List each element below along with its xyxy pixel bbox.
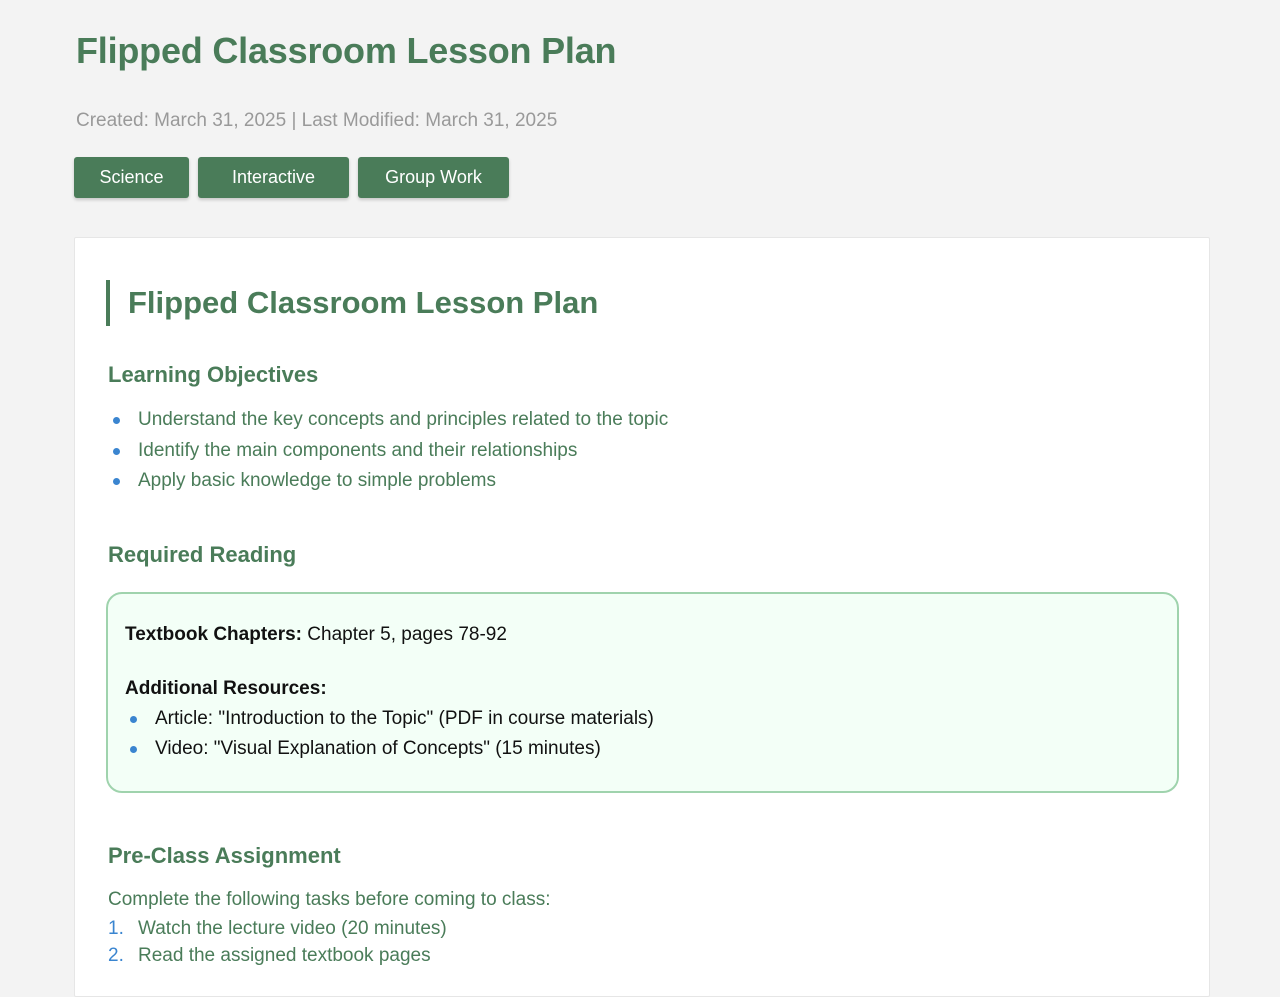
learning-objectives-heading: Learning Objectives	[108, 362, 319, 387]
tag-list: Science Interactive Group Work	[74, 157, 509, 198]
task-text: Watch the lecture video (20 minutes)	[138, 918, 447, 939]
resource-text: Video: "Visual Explanation of Concepts" …	[155, 738, 601, 759]
textbook-line: Textbook Chapters: Chapter 5, pages 78-9…	[125, 624, 507, 646]
lesson-card: Flipped Classroom Lesson Plan Learning O…	[74, 237, 1210, 997]
objective-text: Identify the main components and their r…	[138, 439, 578, 461]
bullet-icon	[113, 417, 120, 424]
bullet-icon	[113, 447, 120, 455]
pre-class-assignment-heading: Pre-Class Assignment	[108, 843, 341, 868]
resource-text: Article: "Introduction to the Topic" (PD…	[155, 708, 654, 729]
list-item: Apply basic knowledge to simple problems	[108, 466, 668, 497]
resources-label-line: Additional Resources:	[125, 678, 327, 700]
list-item: 2. Read the assigned textbook pages	[108, 942, 447, 969]
list-number: 2.	[108, 945, 124, 966]
textbook-value: Chapter 5, pages 78-92	[302, 624, 507, 645]
tag-group-work[interactable]: Group Work	[358, 157, 509, 198]
list-item: Video: "Visual Explanation of Concepts" …	[125, 734, 654, 764]
resources-label: Additional Resources:	[125, 678, 327, 699]
resources-list: Article: "Introduction to the Topic" (PD…	[125, 704, 654, 764]
card-title: Flipped Classroom Lesson Plan	[106, 280, 598, 326]
required-reading-box: Textbook Chapters: Chapter 5, pages 78-9…	[106, 592, 1179, 793]
textbook-label: Textbook Chapters:	[125, 624, 303, 645]
page-title: Flipped Classroom Lesson Plan	[76, 30, 617, 71]
document-meta: Created: March 31, 2025 | Last Modified:…	[76, 110, 558, 131]
list-item: Understand the key concepts and principl…	[108, 405, 668, 436]
task-text: Read the assigned textbook pages	[138, 945, 431, 966]
list-item: 1. Watch the lecture video (20 minutes)	[108, 915, 447, 942]
pre-class-task-list: 1. Watch the lecture video (20 minutes) 2…	[108, 915, 447, 969]
list-item: Article: "Introduction to the Topic" (PD…	[125, 704, 654, 734]
bullet-icon	[130, 746, 137, 753]
pre-class-intro: Complete the following tasks before comi…	[108, 889, 551, 910]
list-item: Identify the main components and their r…	[108, 436, 668, 467]
list-number: 1.	[108, 918, 124, 939]
objective-text: Understand the key concepts and principl…	[138, 409, 669, 430]
bullet-icon	[130, 716, 137, 723]
bullet-icon	[113, 478, 120, 485]
tag-interactive[interactable]: Interactive	[198, 157, 349, 198]
objective-text: Apply basic knowledge to simple problems	[138, 470, 497, 491]
objectives-list: Understand the key concepts and principl…	[108, 405, 668, 497]
tag-science[interactable]: Science	[74, 157, 189, 198]
required-reading-heading: Required Reading	[108, 542, 297, 567]
